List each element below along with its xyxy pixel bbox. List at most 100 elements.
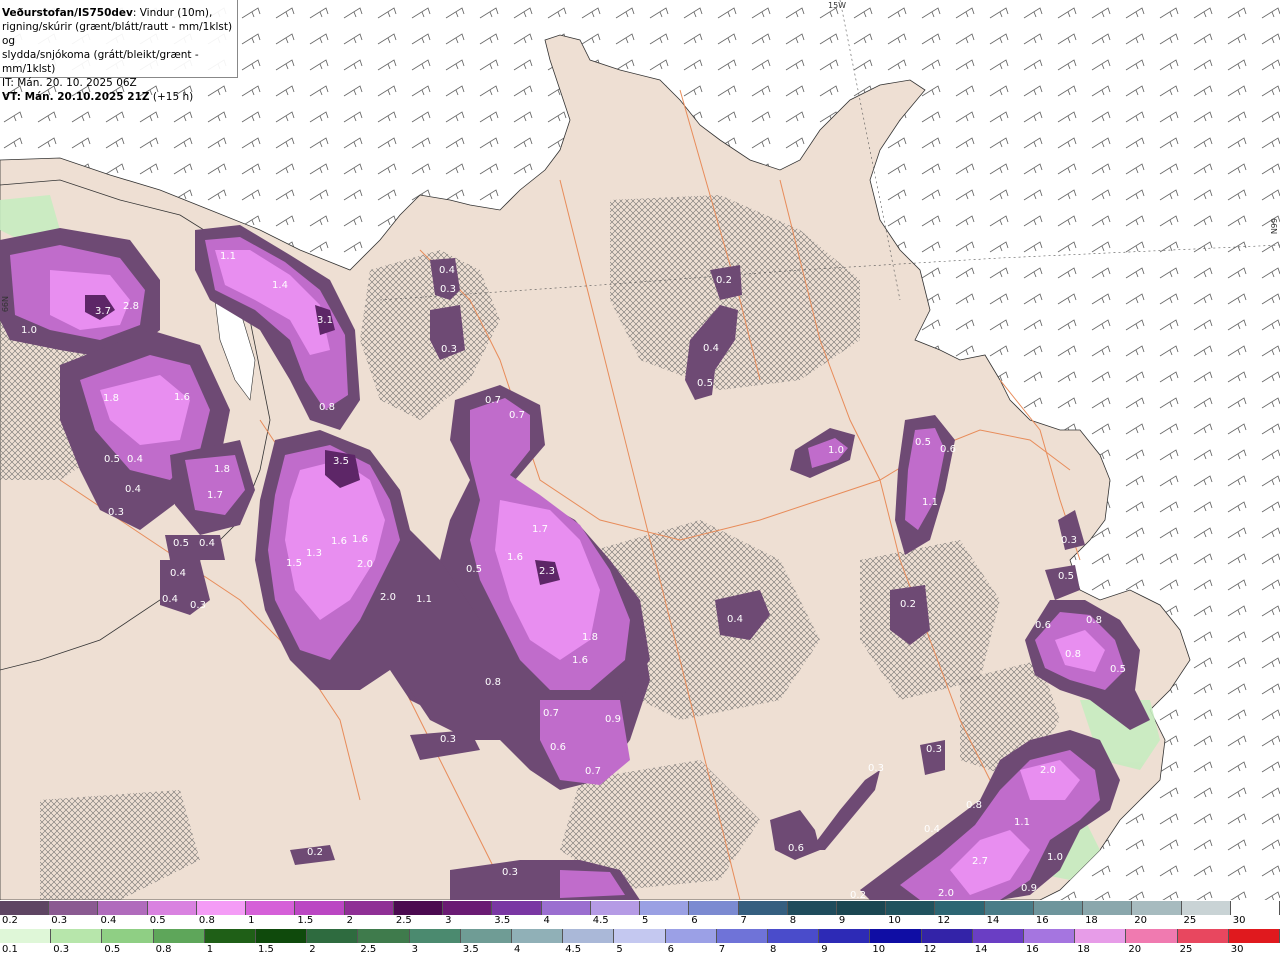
rain-legend-label: 5 <box>616 944 623 955</box>
precip-value-label: 1.6 <box>572 655 588 666</box>
snow-legend-swatch <box>344 901 394 915</box>
precip-value-label: 3.1 <box>317 315 333 326</box>
rain-legend-swatch <box>614 929 666 943</box>
precip-value-label: 1.6 <box>507 552 523 563</box>
snow-legend-swatch <box>1181 901 1231 915</box>
precip-value-label: 1.3 <box>306 548 322 559</box>
precip-value-label: 0.9 <box>605 714 621 725</box>
rain-legend-label: 0.1 <box>2 944 18 955</box>
precip-value-label: 0.3 <box>868 763 884 774</box>
rain-legend-swatch <box>1177 929 1229 943</box>
rain-legend-swatch <box>153 929 205 943</box>
rain-legend-label: 14 <box>974 944 988 955</box>
snow-legend-swatch <box>196 901 247 915</box>
snow-legend-label: 7 <box>740 915 747 926</box>
precip-value-label: 0.3 <box>108 507 124 518</box>
snow-legend-label: 9 <box>838 915 846 926</box>
rain-legend-swatch <box>563 929 615 943</box>
rain-legend-swatch <box>1024 929 1076 943</box>
rain-legend-label: 6 <box>667 944 674 955</box>
precip-value-label: 0.4 <box>924 824 940 835</box>
precip-value-label: 0.7 <box>543 708 559 719</box>
precip-value-label: 0.5 <box>1110 664 1126 675</box>
rain-legend-swatch <box>665 929 717 943</box>
snow-legend-swatch <box>1083 901 1133 915</box>
precip-value-label: 0.3 <box>502 867 518 878</box>
precip-value-label: 1.8 <box>103 393 119 404</box>
snow-legend-swatch <box>443 901 493 915</box>
rain-legend-label: 20 <box>1128 944 1142 955</box>
snow-legend-label: 0.5 <box>149 915 166 926</box>
precip-value-label: 1.1 <box>220 251 236 262</box>
precip-value-label: 2.8 <box>123 301 139 312</box>
snow-legend-label: 25 <box>1183 915 1197 926</box>
precip-value-label: 2.0 <box>357 559 373 570</box>
precip-value-label: 1.0 <box>828 445 844 456</box>
precip-value-label: 1.8 <box>582 632 598 643</box>
precip-value-label: 0.3 <box>926 744 942 755</box>
rain-legend-swatch <box>51 929 103 943</box>
snow-legend-swatch <box>1230 901 1280 915</box>
rain-legend-swatch <box>1228 929 1280 943</box>
snow-legend-label: 12 <box>937 915 951 926</box>
precip-value-label: 1.8 <box>214 464 230 475</box>
precip-value-label: 0.8 <box>319 402 335 413</box>
precip-value-label: 3.7 <box>95 306 111 317</box>
rain-legend-swatch <box>460 929 513 943</box>
rain-legend-swatch <box>819 929 871 943</box>
precip-value-label: 0.4 <box>439 265 455 276</box>
snow-legend-label: 5 <box>642 915 649 926</box>
rain-legend-label: 7 <box>718 944 726 955</box>
weather-map[interactable]: 3.7 2.8 1.0 1.1 1.4 3.1 1.8 1.6 0.5 0.4 0.4 0.3 1.8 1… <box>0 0 1280 900</box>
rain-legend-label: 3.5 <box>462 944 479 955</box>
precip-value-label: 0.8 <box>1086 615 1102 626</box>
rain-legend-swatch <box>0 929 52 943</box>
issue-time: IT: Mán. 20. 10. 2025 06Z <box>2 77 137 89</box>
header-line-2: rigning/skúrir (grænt/blátt/rautt - mm/1… <box>2 21 233 47</box>
precip-value-label: 1.1 <box>922 497 938 508</box>
map-header: Veðurstofan/IS750dev: Vindur (10m), rign… <box>0 0 238 103</box>
lead-time: (+15 h) <box>152 91 194 103</box>
rain-legend-label: 4 <box>514 944 521 955</box>
rain-legend-label: 1.5 <box>258 944 274 955</box>
snow-legend-label: 3 <box>445 915 452 926</box>
rain-legend-swatch <box>1075 929 1127 943</box>
precip-value-label: 1.4 <box>272 280 288 291</box>
precip-value-label: 2.0 <box>1040 765 1056 776</box>
precip-value-label: 2.0 <box>380 592 396 603</box>
snow-legend-label: 2.5 <box>395 915 412 926</box>
snow-legend-swatch <box>393 901 444 915</box>
precip-value-label: 2.3 <box>539 566 555 577</box>
precip-value-label: 0.2 <box>307 847 323 858</box>
precip-value-label: 1.6 <box>352 534 368 545</box>
rain-legend-swatch <box>972 929 1025 943</box>
precip-value-label: 0.2 <box>900 599 916 610</box>
snow-legend-swatch <box>1132 901 1182 915</box>
rain-legend-swatch <box>870 929 922 943</box>
precip-value-label: 1.1 <box>1014 817 1030 828</box>
snow-legend-label: 8 <box>789 915 797 926</box>
precip-value-label: 0.6 <box>550 742 566 753</box>
snow-legend-label: 0.8 <box>198 915 215 926</box>
snow-legend-label: 18 <box>1085 915 1098 926</box>
snow-legend-label: 4.5 <box>592 915 609 926</box>
rain-legend-label: 0.8 <box>155 944 172 955</box>
precip-value-label: 0.7 <box>485 395 501 406</box>
rain-legend-label: 10 <box>872 944 886 955</box>
snow-legend-swatch <box>1033 901 1084 915</box>
precip-value-label: 3.5 <box>333 456 349 467</box>
precip-value-label: 0.8 <box>1065 649 1081 660</box>
precip-value-label: 2.0 <box>938 888 954 899</box>
precip-value-label: 0.7 <box>509 410 525 421</box>
precip-value-label: 0.4 <box>703 343 719 354</box>
rain-legend-label: 8 <box>770 944 777 955</box>
snow-legend-swatch <box>590 901 641 915</box>
rain-legend-label: 30 <box>1230 944 1244 955</box>
snow-legend-label: 20 <box>1134 915 1148 926</box>
snow-legend-label: 0.3 <box>51 915 68 926</box>
rain-legend-label: 12 <box>923 944 937 955</box>
precip-value-label: 0.5 <box>1058 571 1074 582</box>
precip-value-label: 1.5 <box>286 558 302 569</box>
precip-value-label: 0.4 <box>125 484 141 495</box>
lon-label-top: 15W <box>828 1 847 10</box>
